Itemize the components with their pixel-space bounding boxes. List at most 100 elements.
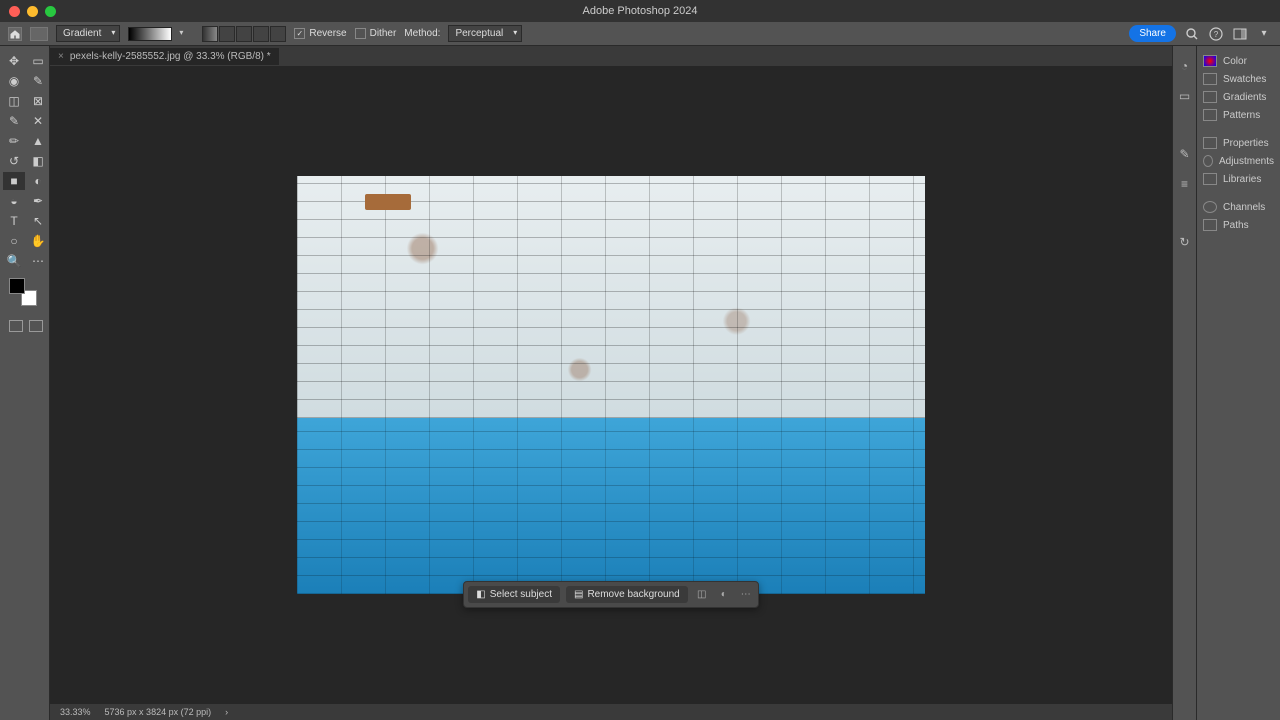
libraries-icon <box>1203 173 1217 185</box>
radial-gradient-icon[interactable] <box>219 26 235 42</box>
remove-background-button[interactable]: ▤ Remove background <box>566 586 688 603</box>
gradient-swatch[interactable] <box>128 27 172 41</box>
blur-tool[interactable]: ◐ <box>27 172 49 190</box>
lasso-tool[interactable]: ◉ <box>3 72 25 90</box>
gradient-type-buttons <box>202 26 286 42</box>
titlebar: Adobe Photoshop 2024 <box>0 0 1280 22</box>
more-icon[interactable]: ⋯ <box>738 587 754 603</box>
gradients-icon <box>1203 91 1217 103</box>
home-button[interactable] <box>8 27 22 41</box>
document-tab[interactable]: × pexels-kelly-2585552.jpg @ 33.3% (RGB/… <box>50 48 279 65</box>
remove-bg-icon: ▤ <box>574 589 583 600</box>
status-chevron-icon[interactable]: › <box>225 707 228 717</box>
canvas-viewport[interactable]: ◧ Select subject ▤ Remove background ◫ ◐… <box>50 66 1172 704</box>
sliders-icon[interactable]: ≡ <box>1177 176 1193 192</box>
patch-tool[interactable]: ✕ <box>27 112 49 130</box>
eraser-tool[interactable]: ◧ <box>27 152 49 170</box>
dodge-tool[interactable]: ◒ <box>3 192 25 210</box>
collapsed-panel-strip: ◔ ▭ ✎ ≡ ↻ <box>1172 46 1196 720</box>
maximize-icon[interactable] <box>45 6 56 17</box>
hand-tool[interactable]: ✋ <box>27 232 49 250</box>
document-tabs: × pexels-kelly-2585552.jpg @ 33.3% (RGB/… <box>50 46 1172 66</box>
brush-tool[interactable]: ✏ <box>3 132 25 150</box>
properties-panel[interactable]: Properties <box>1201 134 1276 152</box>
crop-tool[interactable]: ◫ <box>3 92 25 110</box>
history-brush-tool[interactable]: ↺ <box>3 152 25 170</box>
reverse-checkbox[interactable]: ✓Reverse <box>294 28 346 39</box>
chevron-down-icon[interactable]: ▾ <box>1256 26 1272 42</box>
svg-text:?: ? <box>1214 30 1219 39</box>
close-icon[interactable] <box>9 6 20 17</box>
close-tab-icon[interactable]: × <box>58 51 64 62</box>
image-content-top <box>297 176 925 418</box>
transform-icon[interactable]: ◫ <box>694 587 710 603</box>
adjustments-icon <box>1203 155 1213 167</box>
libraries-panel[interactable]: Libraries <box>1201 170 1276 188</box>
marquee-tool[interactable]: ▭ <box>27 52 49 70</box>
frame-tool[interactable]: ⊠ <box>27 92 49 110</box>
brush-settings-icon[interactable]: ✎ <box>1177 146 1193 162</box>
patterns-panel[interactable]: Patterns <box>1201 106 1276 124</box>
channels-panel[interactable]: Channels <box>1201 198 1276 216</box>
patterns-icon <box>1203 109 1217 121</box>
paths-panel[interactable]: Paths <box>1201 216 1276 234</box>
tools-panel: ✥ ▭ ◉ ✎ ◫ ⊠ ✎ ✕ ✏ ▲ ↺ ◧ ■ ◐ ◒ ✒ T ↖ ○ ✋ … <box>0 46 50 720</box>
right-panel: Color Swatches Gradients Patterns Proper… <box>1196 46 1280 720</box>
path-tool[interactable]: ↖ <box>27 212 49 230</box>
doc-dimensions: 5736 px x 3824 px (72 ppi) <box>105 707 212 717</box>
pen-tool[interactable]: ✒ <box>27 192 49 210</box>
adjustment-icon[interactable]: ◐ <box>716 587 732 603</box>
options-bar: Gradient ✓Reverse Dither Method: Percept… <box>0 22 1280 46</box>
share-button[interactable]: Share <box>1129 25 1176 42</box>
move-tool[interactable]: ✥ <box>3 52 25 70</box>
workspace-icon[interactable] <box>1232 26 1248 42</box>
method-dropdown[interactable]: Perceptual <box>448 25 522 42</box>
search-icon[interactable] <box>1184 26 1200 42</box>
eyedropper-tool[interactable]: ✎ <box>3 112 25 130</box>
reflected-gradient-icon[interactable] <box>253 26 269 42</box>
shape-tool[interactable]: ○ <box>3 232 25 250</box>
brushes-panel-icon[interactable]: ◔ <box>1177 58 1193 74</box>
help-icon[interactable]: ? <box>1208 26 1224 42</box>
swatches-icon <box>1203 73 1217 85</box>
linear-gradient-icon[interactable] <box>202 26 218 42</box>
zoom-level[interactable]: 33.33% <box>60 707 91 717</box>
gradients-panel[interactable]: Gradients <box>1201 88 1276 106</box>
stamp-tool[interactable]: ▲ <box>27 132 49 150</box>
canvas[interactable] <box>297 176 925 594</box>
window-controls <box>9 6 56 17</box>
swatches-panel[interactable]: Swatches <box>1201 70 1276 88</box>
method-label: Method: <box>404 28 440 39</box>
diamond-gradient-icon[interactable] <box>270 26 286 42</box>
type-tool[interactable]: T <box>3 212 25 230</box>
minimize-icon[interactable] <box>27 6 38 17</box>
more-tools-icon[interactable]: ⋯ <box>27 252 49 270</box>
select-subject-icon: ◧ <box>476 589 485 600</box>
channels-icon <box>1203 201 1217 213</box>
color-panel[interactable]: Color <box>1201 52 1276 70</box>
app-title: Adobe Photoshop 2024 <box>583 5 698 17</box>
adjustments-panel[interactable]: Adjustments <box>1201 152 1276 170</box>
angle-gradient-icon[interactable] <box>236 26 252 42</box>
properties-icon <box>1203 137 1217 149</box>
image-content-bottom <box>297 418 925 594</box>
color-icon <box>1203 55 1217 67</box>
color-swatch[interactable] <box>9 278 37 306</box>
comments-panel-icon[interactable]: ▭ <box>1177 88 1193 104</box>
document-icon[interactable] <box>30 27 48 41</box>
quick-mask-icon[interactable] <box>9 320 23 332</box>
dither-checkbox[interactable]: Dither <box>355 28 397 39</box>
select-subject-button[interactable]: ◧ Select subject <box>468 586 560 603</box>
contextual-task-bar: ◧ Select subject ▤ Remove background ◫ ◐… <box>463 581 758 608</box>
screen-mode-icon[interactable] <box>29 320 43 332</box>
gradient-tool[interactable]: ■ <box>3 172 25 190</box>
history-panel-icon[interactable]: ↻ <box>1177 234 1193 250</box>
tool-preset-dropdown[interactable]: Gradient <box>56 25 120 42</box>
document-area: × pexels-kelly-2585552.jpg @ 33.3% (RGB/… <box>50 46 1172 720</box>
tab-label: pexels-kelly-2585552.jpg @ 33.3% (RGB/8)… <box>70 51 271 62</box>
selection-tool[interactable]: ✎ <box>27 72 49 90</box>
paths-icon <box>1203 219 1217 231</box>
status-bar: 33.33% 5736 px x 3824 px (72 ppi) › <box>50 704 1172 720</box>
foreground-color[interactable] <box>9 278 25 294</box>
zoom-tool[interactable]: 🔍 <box>3 252 25 270</box>
